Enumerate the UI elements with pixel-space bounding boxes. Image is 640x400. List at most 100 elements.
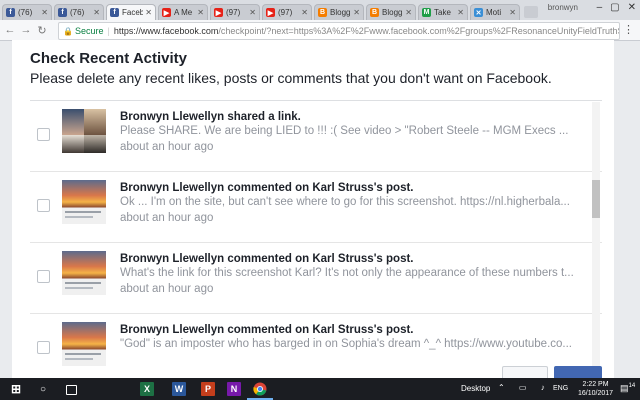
onenote-icon[interactable]: N bbox=[227, 382, 241, 396]
dialog-title: Check Recent Activity bbox=[30, 50, 188, 67]
tab-title: (97) bbox=[278, 8, 293, 17]
clock-date: 16/10/2017 bbox=[578, 390, 614, 397]
url-host: https://www.facebook.com bbox=[113, 26, 219, 36]
cancel-button[interactable] bbox=[502, 366, 548, 378]
url-text: https://www.facebook.com/checkpoint/?nex… bbox=[113, 26, 619, 36]
cross-icon: ✕ bbox=[474, 8, 483, 17]
address-bar-row: ← → ↻ 🔒 Secure | https://www.facebook.co… bbox=[0, 20, 640, 41]
post-thumbnail bbox=[62, 251, 106, 295]
notification-center-icon[interactable]: ▤14 bbox=[620, 383, 635, 394]
reload-icon[interactable]: ↻ bbox=[34, 24, 50, 37]
browser-tab[interactable]: f (76) ✕ bbox=[54, 4, 104, 20]
tab-title: (76) bbox=[70, 8, 85, 17]
system-tray-icons[interactable]: ⌃ ▭ ♪ bbox=[498, 383, 551, 392]
close-tab-icon[interactable]: ✕ bbox=[457, 8, 464, 17]
activity-time: about an hour ago bbox=[120, 141, 214, 153]
back-icon[interactable]: ← bbox=[2, 24, 18, 36]
facebook-icon: f bbox=[6, 8, 15, 17]
browser-tab[interactable]: B Blogg ✕ bbox=[314, 4, 364, 20]
maximize-icon[interactable]: ▢ bbox=[610, 2, 619, 13]
minimize-icon[interactable]: – bbox=[597, 2, 603, 13]
powerpoint-icon[interactable]: P bbox=[201, 382, 215, 396]
activity-text: Ok ... I'm on the site, but can't see wh… bbox=[120, 196, 570, 208]
tab-title: A Me bbox=[174, 8, 193, 17]
check-recent-activity-dialog: Check Recent Activity Please delete any … bbox=[12, 40, 614, 378]
blogger-icon: B bbox=[318, 8, 327, 17]
activity-text: Please SHARE. We are being LIED to !!! :… bbox=[120, 125, 569, 137]
close-tab-icon[interactable]: ✕ bbox=[41, 8, 48, 17]
browser-tab[interactable]: f (76) ✕ bbox=[2, 4, 52, 20]
activity-checkbox[interactable] bbox=[37, 199, 50, 212]
profile-name[interactable]: bronwyn bbox=[548, 3, 578, 12]
post-thumbnail bbox=[62, 322, 106, 366]
task-view-icon[interactable] bbox=[66, 385, 77, 395]
notification-count: 14 bbox=[628, 383, 636, 389]
activity-list: Bronwyn Llewellyn shared a link. Please S… bbox=[30, 100, 602, 378]
facebook-icon: f bbox=[110, 8, 119, 17]
browser-tab[interactable]: ▶ A Me ✕ bbox=[158, 4, 208, 20]
clock-time: 2:22 PM bbox=[582, 381, 609, 388]
close-window-icon[interactable]: ✕ bbox=[628, 2, 636, 13]
language-indicator[interactable]: ENG bbox=[553, 385, 568, 392]
secure-label: Secure bbox=[74, 26, 104, 36]
youtube-icon: ▶ bbox=[214, 8, 223, 17]
tab-title: Faceb bbox=[122, 8, 144, 17]
activity-text: "God" is an imposter who has barged in o… bbox=[120, 338, 573, 350]
tab-title: Moti bbox=[486, 8, 502, 17]
clock[interactable]: 2:22 PM 16/10/2017 bbox=[578, 380, 613, 398]
activity-item: Bronwyn Llewellyn commented on Karl Stru… bbox=[30, 172, 602, 243]
close-tab-icon[interactable]: ✕ bbox=[249, 8, 256, 17]
url-input[interactable]: 🔒 Secure | https://www.facebook.com/chec… bbox=[58, 22, 620, 40]
post-thumbnail bbox=[62, 180, 106, 224]
activity-item: Bronwyn Llewellyn commented on Karl Stru… bbox=[30, 243, 602, 314]
desktop-toolbar-label[interactable]: Desktop bbox=[461, 384, 490, 393]
scrollbar-thumb[interactable] bbox=[592, 180, 600, 218]
browser-tab-strip: f (76) ✕ f (76) ✕ f Faceb ✕ ▶ A Me ✕ ▶ (97) ✕ ▶ (97) ✕ B Bl… bbox=[0, 0, 640, 20]
browser-tab[interactable]: M Take ✕ bbox=[418, 4, 468, 20]
close-tab-icon[interactable]: ✕ bbox=[353, 8, 360, 17]
activity-time: about an hour ago bbox=[120, 283, 214, 295]
url-separator: | bbox=[107, 26, 110, 36]
close-tab-icon[interactable]: ✕ bbox=[301, 8, 308, 17]
activity-title: Bronwyn Llewellyn shared a link. bbox=[120, 111, 301, 123]
activity-checkbox[interactable] bbox=[37, 341, 50, 354]
tab-title: (97) bbox=[226, 8, 241, 17]
browser-tab[interactable]: ▶ (97) ✕ bbox=[262, 4, 312, 20]
chrome-icon[interactable] bbox=[253, 382, 267, 396]
activity-item: Bronwyn Llewellyn shared a link. Please S… bbox=[30, 101, 602, 172]
activity-time: about an hour ago bbox=[120, 212, 214, 224]
close-tab-icon[interactable]: ✕ bbox=[93, 8, 100, 17]
continue-button[interactable] bbox=[554, 366, 602, 378]
activity-checkbox[interactable] bbox=[37, 128, 50, 141]
tab-title: (76) bbox=[18, 8, 33, 17]
close-tab-icon[interactable]: ✕ bbox=[405, 8, 412, 17]
url-path: /checkpoint/?next=https%3A%2F%2Fwww.face… bbox=[218, 26, 619, 36]
word-icon[interactable]: W bbox=[172, 382, 186, 396]
windows-taskbar: ⊞ ○ X W PN Desktop ⌃ ▭ ♪ ENG 2:22 PM 16/10… bbox=[0, 378, 640, 400]
browser-menu-icon[interactable]: ⋮ bbox=[623, 23, 634, 36]
activity-title: Bronwyn Llewellyn commented on Karl Stru… bbox=[120, 324, 414, 336]
browser-tab[interactable]: f Faceb ✕ bbox=[106, 4, 156, 20]
search-icon[interactable]: ○ bbox=[36, 382, 50, 396]
tab-title: Blogg bbox=[382, 8, 403, 17]
activity-checkbox[interactable] bbox=[37, 270, 50, 283]
tab-list: f (76) ✕ f (76) ✕ f Faceb ✕ ▶ A Me ✕ ▶ (97) ✕ ▶ (97) ✕ B Bl… bbox=[0, 4, 522, 20]
windows-start-icon[interactable]: ⊞ bbox=[9, 382, 23, 396]
tab-title: Take bbox=[434, 8, 451, 17]
excel-icon[interactable]: X bbox=[140, 382, 154, 396]
activity-title: Bronwyn Llewellyn commented on Karl Stru… bbox=[120, 182, 414, 194]
browser-tab[interactable]: ▶ (97) ✕ bbox=[210, 4, 260, 20]
m-icon: M bbox=[422, 8, 431, 17]
close-tab-icon[interactable]: ✕ bbox=[145, 8, 152, 17]
browser-tab[interactable]: ✕ Moti ✕ bbox=[470, 4, 520, 20]
facebook-icon: f bbox=[58, 8, 67, 17]
new-tab-button[interactable] bbox=[524, 6, 538, 18]
browser-tab[interactable]: B Blogg ✕ bbox=[366, 4, 416, 20]
activity-text: What's the link for this screenshot Karl… bbox=[120, 267, 574, 279]
dialog-subtitle: Please delete any recent likes, posts or… bbox=[30, 70, 552, 86]
close-tab-icon[interactable]: ✕ bbox=[509, 8, 516, 17]
scrollbar-track[interactable] bbox=[592, 102, 600, 378]
window-controls: – ▢ ✕ bbox=[597, 2, 636, 13]
forward-icon[interactable]: → bbox=[18, 24, 34, 36]
close-tab-icon[interactable]: ✕ bbox=[197, 8, 204, 17]
